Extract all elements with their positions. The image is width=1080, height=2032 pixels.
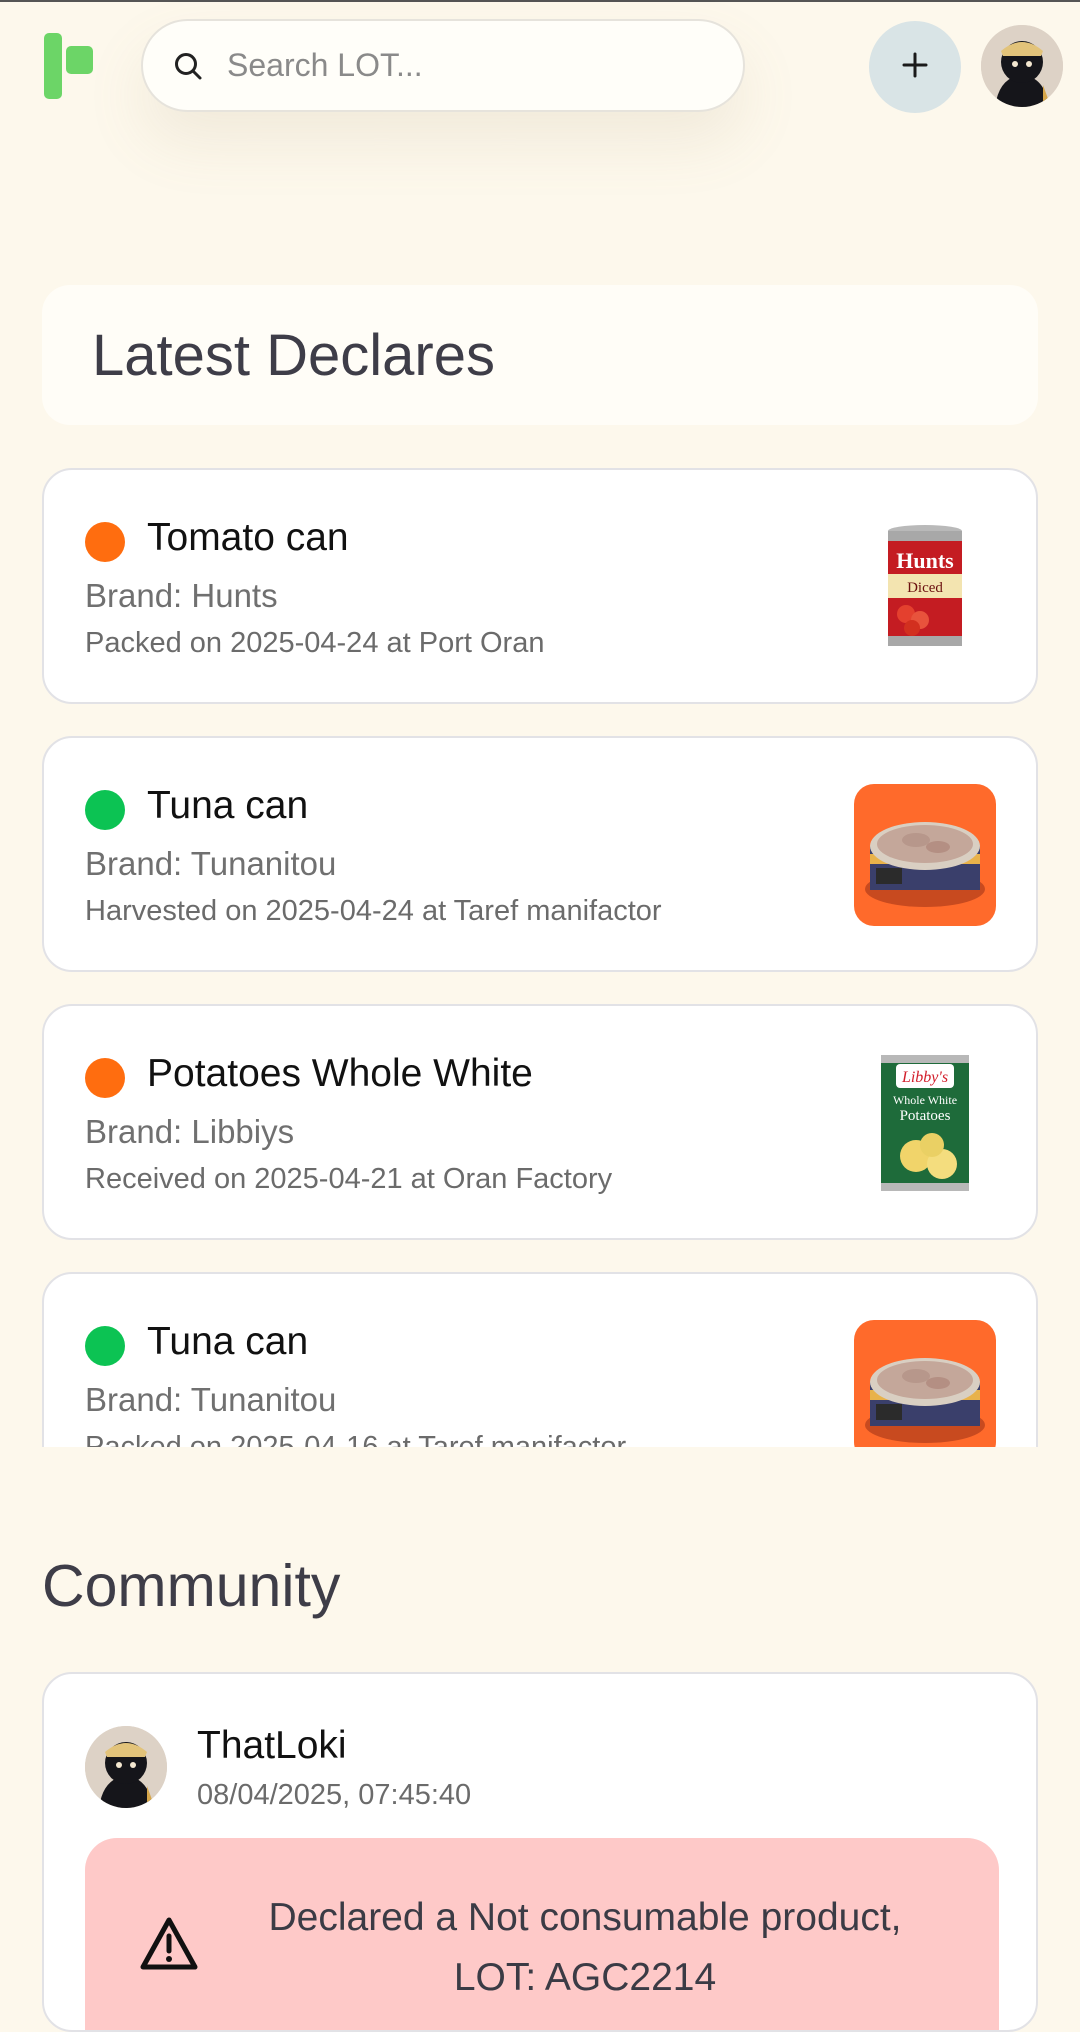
product-info: Packed on 2025-04-24 at Port Oran: [85, 627, 545, 659]
declaration-alert: Declared a Not consumable product, LOT: …: [85, 1838, 999, 2030]
app-logo[interactable]: [44, 33, 96, 99]
status-dot: [85, 790, 125, 830]
declare-card[interactable]: Tuna can Brand: Tunanitou Harvested on 2…: [42, 736, 1038, 972]
product-brand: Brand: Tunanitou: [85, 845, 337, 882]
declare-card[interactable]: Tuna can Brand: Tunanitou Packed on 2025…: [42, 1272, 1038, 1447]
product-info: Packed on 2025-04-16 at Taref manifactor: [85, 1431, 627, 1447]
svg-text:Diced: Diced: [907, 580, 943, 596]
product-thumbnail: Hunts Diced: [854, 516, 996, 658]
product-thumbnail: Libby's Whole White Potatoes: [854, 1052, 996, 1194]
post-timestamp: 08/04/2025, 07:45:40: [197, 1779, 472, 1811]
search-bar[interactable]: [141, 19, 745, 112]
post-username[interactable]: ThatLoki: [197, 1724, 347, 1768]
product-name: Tuna can: [147, 784, 309, 827]
add-button[interactable]: [869, 21, 961, 113]
product-brand: Brand: Hunts: [85, 577, 278, 614]
product-name: Potatoes Whole White: [147, 1052, 533, 1095]
product-info: Received on 2025-04-21 at Oran Factory: [85, 1163, 613, 1195]
product-brand: Brand: Libbiys: [85, 1113, 295, 1150]
product-name: Tomato can: [147, 516, 349, 559]
search-icon: [173, 51, 203, 81]
svg-text:Hunts: Hunts: [896, 548, 954, 573]
avatar[interactable]: [85, 1726, 167, 1808]
latest-declares-title: Latest Declares: [92, 322, 495, 388]
plus-icon: [901, 51, 929, 84]
warning-icon: [139, 1916, 199, 1972]
product-thumbnail: [854, 1320, 996, 1447]
product-brand: Brand: Tunanitou: [85, 1381, 337, 1418]
svg-text:Potatoes: Potatoes: [900, 1108, 951, 1124]
declare-card[interactable]: Tomato can Brand: Hunts Packed on 2025-0…: [42, 468, 1038, 704]
alert-message: Declared a Not consumable product, LOT: …: [268, 1896, 902, 1999]
community-post[interactable]: ThatLoki 08/04/2025, 07:45:40 Declared a…: [42, 1672, 1038, 2032]
latest-declares-header: Latest Declares: [42, 285, 1038, 425]
declares-list[interactable]: Tomato can Brand: Hunts Packed on 2025-0…: [0, 460, 1080, 1447]
product-name: Tuna can: [147, 1320, 309, 1363]
product-info: Harvested on 2025-04-24 at Taref manifac…: [85, 895, 662, 927]
community-title: Community: [42, 1553, 341, 1619]
status-dot: [85, 1058, 125, 1098]
product-thumbnail: [854, 784, 996, 926]
declare-card[interactable]: Potatoes Whole White Brand: Libbiys Rece…: [42, 1004, 1038, 1240]
top-border: [0, 0, 1080, 2]
svg-text:Libby's: Libby's: [901, 1069, 948, 1086]
search-input[interactable]: [225, 46, 709, 85]
svg-text:Whole White: Whole White: [893, 1093, 957, 1107]
status-dot: [85, 1326, 125, 1366]
status-dot: [85, 522, 125, 562]
profile-avatar[interactable]: [981, 25, 1063, 107]
